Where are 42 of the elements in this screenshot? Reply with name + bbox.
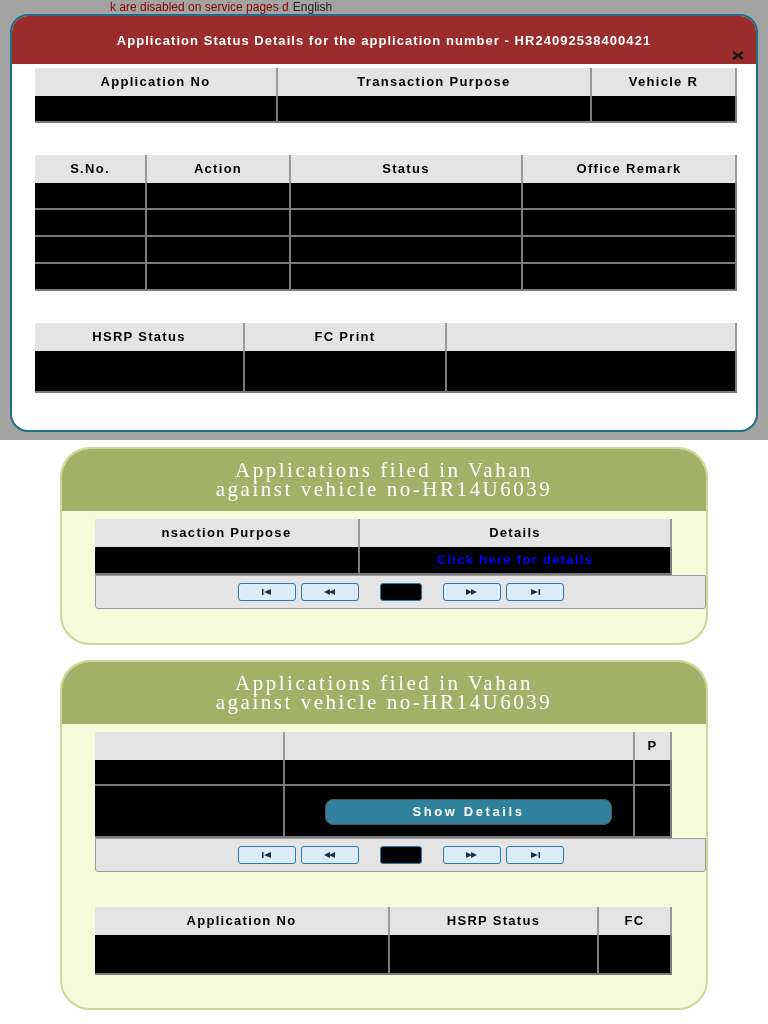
table-cell: [635, 786, 672, 838]
page-number-box[interactable]: [379, 846, 422, 864]
last-page-icon: [528, 588, 541, 596]
show-details-button[interactable]: Show Details: [325, 799, 612, 825]
first-page-button[interactable]: [237, 846, 296, 864]
column-header: Details: [360, 519, 672, 547]
next-page-button[interactable]: [442, 846, 501, 864]
last-page-icon: [528, 851, 541, 859]
last-page-button[interactable]: [505, 583, 564, 601]
column-header: HSRP Status: [390, 907, 599, 935]
rewind-icon: [323, 851, 336, 859]
column-header: Application No: [95, 907, 390, 935]
previous-page-button[interactable]: [300, 583, 359, 601]
column-header: Vehicle R: [592, 68, 737, 96]
column-header: FC Print: [245, 323, 447, 351]
next-page-button[interactable]: [442, 583, 501, 601]
fast-forward-icon: [465, 851, 478, 859]
column-header: HSRP Status: [35, 323, 245, 351]
details-link[interactable]: Click here for details: [436, 550, 594, 570]
notice-text: k are disabled on service pages d: [110, 1, 289, 13]
previous-page-button[interactable]: [300, 846, 359, 864]
column-header: Application No: [35, 68, 278, 96]
dialog-title: Application Status Details for the application number - HR24092538400421: [116, 32, 652, 48]
first-page-icon: [260, 851, 273, 859]
table-cell: [635, 760, 672, 786]
column-header: FC: [599, 907, 672, 935]
column-header: Transaction Purpose: [278, 68, 592, 96]
language-label: English: [292, 1, 333, 13]
page-number-box[interactable]: [379, 583, 422, 601]
first-page-button[interactable]: [237, 583, 296, 601]
column-header: P: [635, 732, 672, 760]
first-page-icon: [260, 588, 273, 596]
column-header: nsaction Purpose: [95, 519, 360, 547]
panel-title: Applications filed in Vahan against vehicle no-HR14U6039: [214, 674, 554, 712]
panel-title: Applications filed in Vahan against vehicle no-HR14U6039: [214, 461, 554, 499]
rewind-icon: [323, 588, 336, 596]
fast-forward-icon: [465, 588, 478, 596]
column-header: Action: [147, 155, 291, 183]
last-page-button[interactable]: [505, 846, 564, 864]
column-header: Status: [291, 155, 523, 183]
column-header: Office Remark: [523, 155, 737, 183]
column-header: S.No.: [35, 155, 147, 183]
